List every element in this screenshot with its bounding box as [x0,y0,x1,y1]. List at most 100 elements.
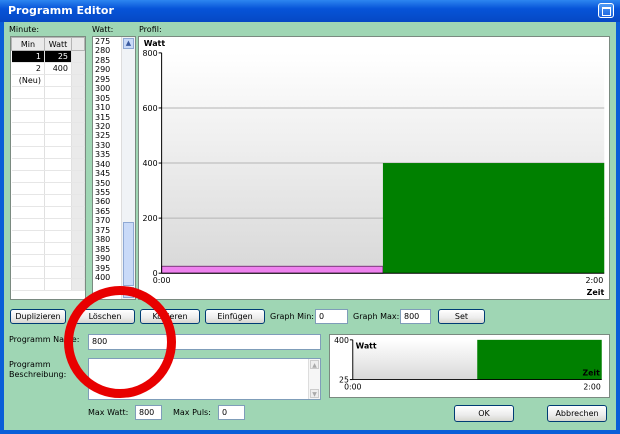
cell-spacer[interactable] [71,134,85,147]
cell-min[interactable]: (Neu) [11,74,45,87]
graph-max-input[interactable]: 800 [400,309,431,324]
list-item[interactable]: 280 [93,46,121,55]
max-watt-input[interactable]: 800 [135,405,162,420]
table-row[interactable] [11,206,85,219]
table-row[interactable] [11,86,85,99]
table-row[interactable]: 2 400 [11,62,85,75]
cell-watt[interactable] [44,170,72,183]
scroll-thumb[interactable] [123,222,134,286]
cell-spacer[interactable] [71,62,85,75]
table-row[interactable]: (Neu) [11,74,85,87]
list-item[interactable]: 365 [93,207,121,216]
cell-watt[interactable] [44,146,72,159]
col-min[interactable]: Min [11,37,45,51]
cell-min[interactable] [11,194,45,207]
cell-watt[interactable] [44,206,72,219]
list-item[interactable]: 400 [93,273,121,282]
list-item[interactable]: 355 [93,188,121,197]
list-item[interactable]: 360 [93,197,121,206]
list-item[interactable]: 395 [93,264,121,273]
cell-watt[interactable] [44,110,72,123]
cell-spacer[interactable] [71,86,85,99]
cell-watt[interactable]: 25 [44,50,72,63]
cell-watt[interactable] [44,254,72,267]
cell-min[interactable] [11,146,45,159]
cell-watt[interactable] [44,278,72,291]
list-item[interactable]: 380 [93,235,121,244]
cell-watt[interactable] [44,242,72,255]
cell-min[interactable]: 1 [11,50,45,63]
table-row[interactable] [11,110,85,123]
cell-spacer[interactable] [71,194,85,207]
cell-min[interactable] [11,254,45,267]
cell-spacer[interactable] [71,230,85,243]
cell-min[interactable] [11,278,45,291]
list-item[interactable]: 345 [93,169,121,178]
ok-button[interactable]: OK [454,405,514,422]
cell-spacer[interactable] [71,278,85,291]
cell-spacer[interactable] [71,74,85,87]
scroll-down-icon[interactable]: ▼ [310,389,319,398]
paste-button[interactable]: Einfügen [205,309,265,324]
table-row[interactable] [11,218,85,231]
cell-min[interactable] [11,170,45,183]
list-item[interactable]: 350 [93,179,121,188]
list-item[interactable]: 305 [93,94,121,103]
table-row[interactable] [11,194,85,207]
minute-table[interactable]: Min Watt 1 25 2 400 (Neu) [11,37,85,291]
cell-watt[interactable] [44,218,72,231]
scroll-up-icon[interactable]: ▲ [310,360,319,369]
table-row[interactable] [11,170,85,183]
cell-min[interactable] [11,218,45,231]
cell-min[interactable] [11,230,45,243]
cell-spacer[interactable] [71,182,85,195]
title-bar[interactable]: Programm Editor [0,0,620,22]
cell-min[interactable] [11,266,45,279]
table-row[interactable] [11,98,85,111]
cell-spacer[interactable] [71,170,85,183]
table-row[interactable] [11,134,85,147]
cell-spacer[interactable] [71,242,85,255]
cell-spacer[interactable] [71,206,85,219]
cell-min[interactable] [11,134,45,147]
list-item[interactable]: 300 [93,84,121,93]
table-row[interactable] [11,242,85,255]
max-puls-input[interactable]: 0 [218,405,245,420]
list-item[interactable]: 340 [93,160,121,169]
cell-watt[interactable] [44,158,72,171]
cell-watt[interactable] [44,194,72,207]
cell-spacer[interactable] [71,266,85,279]
cell-watt[interactable] [44,86,72,99]
list-item[interactable]: 335 [93,150,121,159]
table-row[interactable] [11,230,85,243]
list-item[interactable]: 375 [93,226,121,235]
cell-watt[interactable] [44,74,72,87]
scroll-down-icon[interactable]: ▼ [123,287,134,298]
table-row[interactable] [11,266,85,279]
description-scrollbar[interactable]: ▲ ▼ [308,359,320,399]
table-row[interactable] [11,254,85,267]
list-item[interactable]: 275 [93,37,121,46]
cell-min[interactable] [11,122,45,135]
cell-spacer[interactable] [71,98,85,111]
list-item[interactable]: 310 [93,103,121,112]
maximize-icon[interactable] [598,3,614,18]
cell-watt[interactable] [44,98,72,111]
cell-spacer[interactable] [71,254,85,267]
program-description-textarea[interactable]: ▲ ▼ [88,358,321,400]
table-row[interactable] [11,158,85,171]
list-item[interactable]: 285 [93,56,121,65]
cell-watt[interactable] [44,122,72,135]
table-row[interactable] [11,122,85,135]
cell-min[interactable] [11,86,45,99]
cancel-button[interactable]: Abbrechen [547,405,607,422]
set-button[interactable]: Set [438,309,485,324]
copy-button[interactable]: Kopieren [140,309,200,324]
cell-spacer[interactable] [71,218,85,231]
table-row[interactable] [11,182,85,195]
list-item[interactable]: 370 [93,216,121,225]
list-item[interactable]: 320 [93,122,121,131]
cell-spacer[interactable] [71,146,85,159]
watt-listbox[interactable]: 275 280 285 290 295 300 305 310 315 320 325 330 335 3… [92,36,136,300]
cell-min[interactable] [11,98,45,111]
